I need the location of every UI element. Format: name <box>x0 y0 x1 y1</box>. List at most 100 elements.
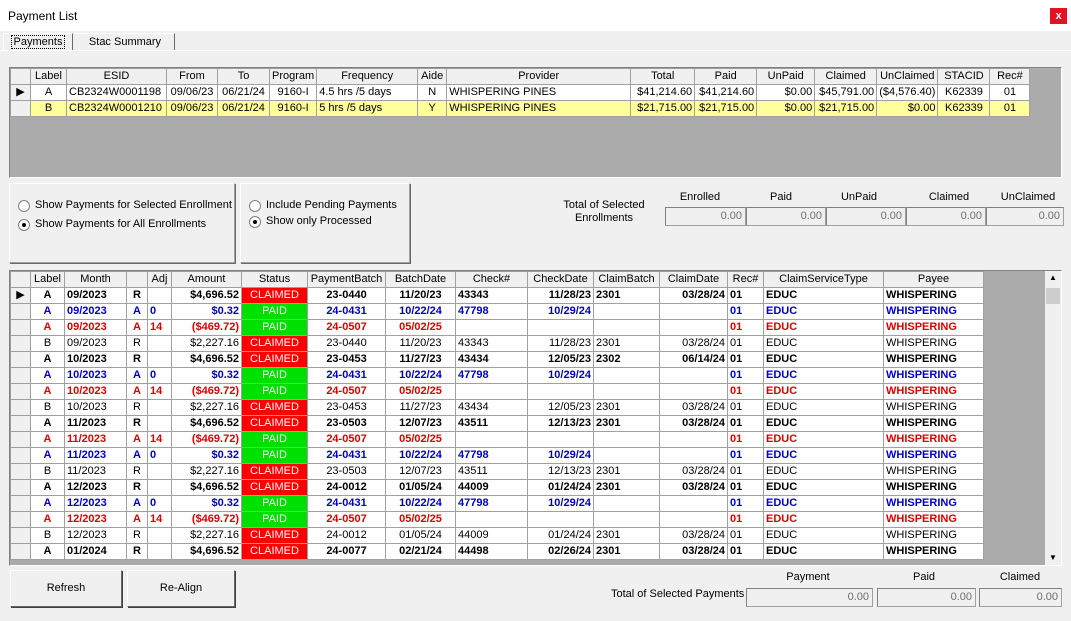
payment-row[interactable]: A 12/2023 A 0 $0.32 PAID 24-0431 10/22/24 47798 1… <box>10 495 984 512</box>
row-indicator[interactable] <box>10 303 31 320</box>
payments-grid[interactable]: Label Month Adj Amount Status PaymentBatch Bat… <box>9 270 1062 566</box>
row-indicator[interactable] <box>10 399 31 416</box>
payments-column-header[interactable]: ClaimBatch <box>593 271 660 288</box>
payment-cell: 24-0431 <box>307 367 386 384</box>
show-all-label[interactable]: Show Payments for All Enrollments <box>35 218 206 230</box>
payments-column-header[interactable]: Status <box>241 271 308 288</box>
payment-row[interactable]: A 10/2023 A 14 ($469.72) PAID 24-0507 05/02/25 0… <box>10 383 984 400</box>
enrollments-column-header[interactable]: Rec# <box>989 68 1031 85</box>
payments-column-header[interactable] <box>126 271 148 288</box>
payments-column-header[interactable]: BatchDate <box>385 271 456 288</box>
payment-cell: 2301 <box>593 527 660 544</box>
row-indicator[interactable] <box>10 463 31 480</box>
tab-stac-summary[interactable]: Stac Summary <box>76 33 175 51</box>
row-indicator[interactable] <box>10 100 31 117</box>
row-indicator[interactable] <box>10 527 31 544</box>
row-indicator[interactable] <box>10 335 31 352</box>
show-selected-label[interactable]: Show Payments for Selected Enrollment <box>35 199 232 211</box>
enrollments-column-header[interactable]: Claimed <box>814 68 878 85</box>
payment-cell: 12/2023 <box>64 527 127 544</box>
payment-row[interactable]: A 11/2023 A 14 ($469.72) PAID 24-0507 05/02/25 0… <box>10 431 984 448</box>
payments-column-header[interactable]: ClaimServiceType <box>763 271 884 288</box>
payment-cell: A <box>126 367 148 384</box>
enrollments-column-header[interactable]: UnPaid <box>756 68 816 85</box>
payment-cell: WHISPERING <box>883 495 984 512</box>
enrollments-column-header[interactable]: Aide <box>417 68 448 85</box>
enrollments-column-header[interactable]: ESID <box>66 68 167 85</box>
row-indicator[interactable] <box>10 511 31 528</box>
payment-row[interactable]: A 01/2024 R $4,696.52 CLAIMED 24-0077 02/21/24… <box>10 543 984 560</box>
enrollments-column-header[interactable]: Total <box>630 68 696 85</box>
payment-row[interactable]: A 12/2023 A 14 ($469.72) PAID 24-0507 05/02/25 0… <box>10 511 984 528</box>
enrollments-column-header[interactable]: Paid <box>694 68 758 85</box>
enrollment-row[interactable]: B CB2324W0001210 09/06/23 06/21/24 9160-I 5 h… <box>10 100 1031 117</box>
payments-column-header[interactable]: ClaimDate <box>659 271 728 288</box>
enrollments-column-header[interactable]: Frequency <box>316 68 419 85</box>
payment-row[interactable]: A 12/2023 R $4,696.52 CLAIMED 24-0012 01/05/24… <box>10 479 984 496</box>
row-indicator[interactable] <box>10 431 31 448</box>
enrollment-row[interactable]: ▶ A CB2324W0001198 09/06/23 06/21/24 9160-I 4.… <box>10 84 1031 101</box>
enrollments-column-header[interactable]: UnClaimed <box>876 68 939 85</box>
payments-column-header[interactable]: Check# <box>455 271 528 288</box>
enrollments-column-header[interactable]: Provider <box>446 68 632 85</box>
payment-row[interactable]: B 10/2023 R $2,227.16 CLAIMED 23-0453 11/27/23… <box>10 399 984 416</box>
show-processed-radio[interactable] <box>249 216 261 228</box>
row-indicator[interactable] <box>10 543 31 560</box>
scroll-up-icon[interactable]: ▲ <box>1045 271 1061 285</box>
enrollments-column-header[interactable]: To <box>217 68 270 85</box>
payment-cell: 24-0507 <box>307 511 386 528</box>
row-indicator[interactable] <box>10 479 31 496</box>
realign-button[interactable]: Re-Align <box>127 570 235 607</box>
payments-column-header[interactable]: Month <box>64 271 127 288</box>
enrollments-column-header[interactable]: STACID <box>937 68 991 85</box>
payment-row[interactable]: A 11/2023 R $4,696.52 CLAIMED 23-0503 12/07/23… <box>10 415 984 432</box>
payment-row[interactable]: A 10/2023 R $4,696.52 CLAIMED 23-0453 11/27/23… <box>10 351 984 368</box>
enrollments-grid[interactable]: Label ESID From To Program Frequency Aide Provi… <box>9 67 1062 178</box>
row-indicator[interactable] <box>10 495 31 512</box>
payments-column-header[interactable]: Amount <box>171 271 242 288</box>
payments-column-header[interactable]: Rec# <box>727 271 764 288</box>
payments-table: Label Month Adj Amount Status PaymentBatch Bat… <box>10 271 984 560</box>
row-indicator[interactable]: ▶ <box>10 84 31 101</box>
payment-cell: 24-0507 <box>307 383 386 400</box>
payment-cell: 2301 <box>593 415 660 432</box>
row-indicator[interactable] <box>10 319 31 336</box>
tab-payments[interactable]: Payments <box>3 33 73 51</box>
payment-row[interactable]: A 09/2023 A 0 $0.32 PAID 24-0431 10/22/24 47798 1… <box>10 303 984 320</box>
payment-row[interactable]: ▶ A 09/2023 R $4,696.52 CLAIMED 23-0440 11/20/2… <box>10 287 984 304</box>
enrollments-column-header[interactable]: Program <box>268 68 318 85</box>
payment-row[interactable]: B 09/2023 R $2,227.16 CLAIMED 23-0440 11/20/23… <box>10 335 984 352</box>
include-pending-label[interactable]: Include Pending Payments <box>266 199 397 211</box>
enrollment-cell: B <box>30 100 67 117</box>
payment-cell: 01 <box>727 495 764 512</box>
payments-scrollbar[interactable]: ▲ ▼ <box>1045 271 1061 565</box>
payments-column-header[interactable]: Payee <box>883 271 984 288</box>
payments-column-header[interactable]: CheckDate <box>527 271 594 288</box>
row-indicator[interactable] <box>10 351 31 368</box>
enrollments-column-header[interactable]: From <box>166 68 218 85</box>
row-indicator[interactable] <box>10 415 31 432</box>
row-indicator[interactable]: ▶ <box>10 287 31 304</box>
show-processed-label[interactable]: Show only Processed <box>266 215 372 227</box>
row-indicator[interactable] <box>10 367 31 384</box>
show-selected-radio[interactable] <box>18 200 30 212</box>
payments-column-header[interactable]: PaymentBatch <box>307 271 386 288</box>
payment-row[interactable]: A 09/2023 A 14 ($469.72) PAID 24-0507 05/02/25 0… <box>10 319 984 336</box>
payments-column-header[interactable]: Label <box>30 271 65 288</box>
refresh-button[interactable]: Refresh <box>10 570 122 607</box>
payment-row[interactable]: A 10/2023 A 0 $0.32 PAID 24-0431 10/22/24 47798 1… <box>10 367 984 384</box>
row-indicator[interactable] <box>10 447 31 464</box>
show-all-radio[interactable] <box>18 219 30 231</box>
scroll-thumb[interactable] <box>1046 288 1060 304</box>
payment-row[interactable]: B 12/2023 R $2,227.16 CLAIMED 24-0012 01/05/24… <box>10 527 984 544</box>
payment-totals-label: Total of Selected Payments <box>611 588 745 600</box>
row-indicator[interactable] <box>10 383 31 400</box>
payments-column-header[interactable]: Adj <box>147 271 172 288</box>
enrollments-column-header[interactable]: Label <box>30 68 67 85</box>
payment-row[interactable]: A 11/2023 A 0 $0.32 PAID 24-0431 10/22/24 47798 1… <box>10 447 984 464</box>
close-button[interactable]: x <box>1050 8 1067 24</box>
paid-payments-header: Paid <box>912 571 936 583</box>
include-pending-radio[interactable] <box>249 200 261 212</box>
scroll-down-icon[interactable]: ▼ <box>1045 551 1061 565</box>
payment-row[interactable]: B 11/2023 R $2,227.16 CLAIMED 23-0503 12/07/23… <box>10 463 984 480</box>
